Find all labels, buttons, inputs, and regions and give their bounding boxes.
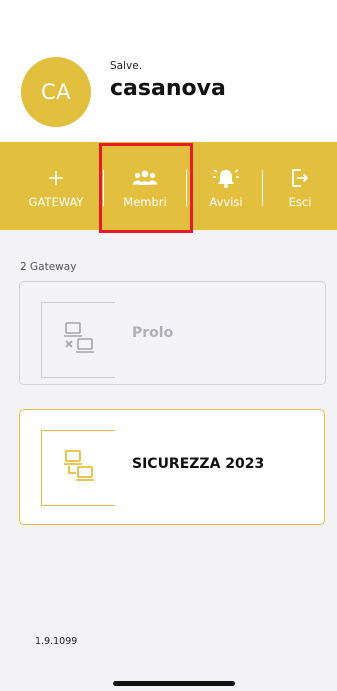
bell-icon <box>213 163 239 193</box>
gateway-count: 2 Gateway <box>20 261 77 273</box>
avatar-initials: CA <box>40 80 72 104</box>
gateway-online-icon <box>62 449 96 487</box>
users-icon <box>132 163 158 193</box>
add-gateway-button[interactable]: GATEWAY <box>18 142 94 230</box>
plus-icon <box>47 163 65 193</box>
app-version: 1.9.1099 <box>35 636 78 647</box>
greeting-text: Salve. <box>110 60 143 72</box>
logout-button[interactable]: Esci <box>270 142 330 230</box>
gateway-icon-box <box>41 302 115 378</box>
gateway-label: GATEWAY <box>28 195 84 209</box>
toolbar-divider <box>262 170 263 206</box>
main-toolbar: GATEWAY Membri Avvisi Esci <box>0 142 337 230</box>
alerts-button[interactable]: Avvisi <box>195 142 257 230</box>
gateway-offline-icon <box>62 321 96 359</box>
logout-icon <box>290 163 310 193</box>
username: casanova <box>110 76 226 101</box>
gateway-card-sicurezza[interactable]: SICUREZZA 2023 <box>19 409 325 525</box>
app-screen: CA Salve. casanova GATEWAY Membri Avvisi… <box>0 0 337 691</box>
gateway-card-prolo[interactable]: Prolo <box>19 281 326 385</box>
gateway-icon-box <box>41 430 115 506</box>
esci-label: Esci <box>288 195 312 209</box>
membri-label: Membri <box>123 195 167 209</box>
gateway-name: SICUREZZA 2023 <box>132 456 265 472</box>
members-button[interactable]: Membri <box>100 142 190 230</box>
home-indicator[interactable] <box>113 681 235 686</box>
avvisi-label: Avvisi <box>209 195 243 209</box>
gateway-name: Prolo <box>132 325 174 341</box>
profile-header: CA Salve. casanova <box>0 0 337 142</box>
avatar: CA <box>21 57 91 127</box>
toolbar-divider <box>186 170 187 206</box>
